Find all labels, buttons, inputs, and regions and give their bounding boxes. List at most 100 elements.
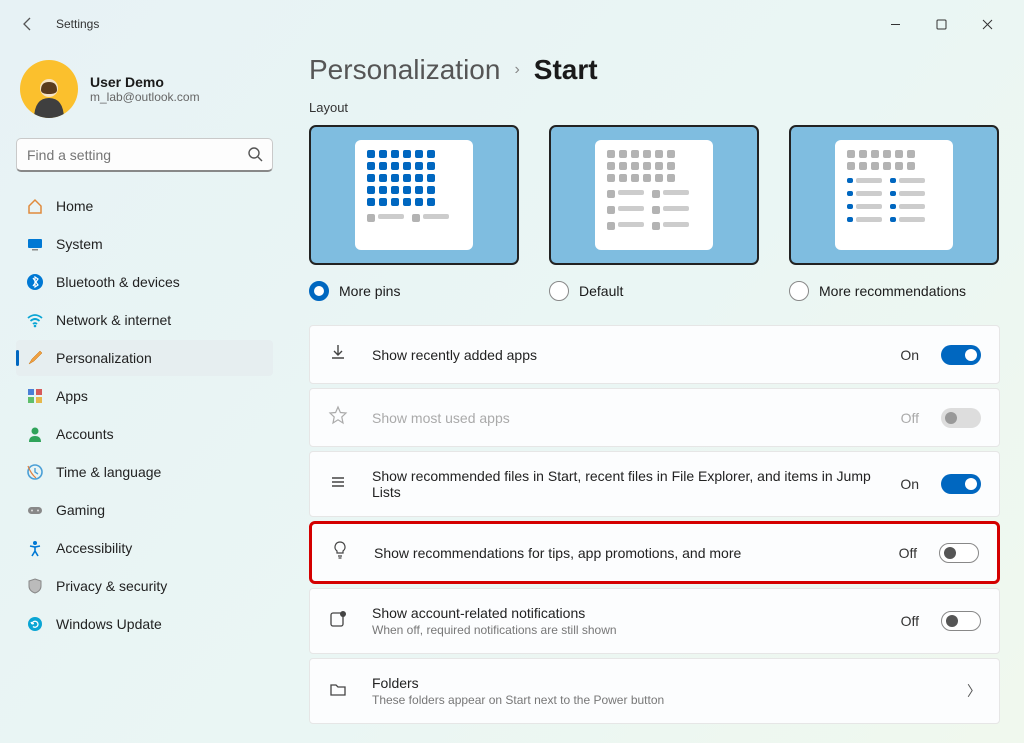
accessibility-icon (26, 539, 44, 557)
nav-network[interactable]: Network & internet (16, 302, 273, 338)
person-icon (26, 425, 44, 443)
setting-label: Show recently added apps (372, 347, 878, 363)
layout-card-more-pins[interactable] (309, 125, 519, 265)
minimize-button[interactable] (872, 8, 918, 40)
close-button[interactable] (964, 8, 1010, 40)
wifi-icon (26, 311, 44, 329)
gamepad-icon (26, 501, 44, 519)
layout-cards (309, 125, 1000, 265)
setting-recommended-files[interactable]: Show recommended files in Start, recent … (309, 451, 1000, 517)
setting-label: Folders (372, 675, 945, 691)
nav-label: Accounts (56, 426, 114, 442)
bluetooth-icon (26, 273, 44, 291)
list-icon (328, 472, 350, 497)
radio-label: Default (579, 283, 623, 299)
setting-recently-added[interactable]: Show recently added apps On (309, 325, 1000, 384)
nav-label: Time & language (56, 464, 161, 480)
section-label: Layout (309, 100, 1000, 115)
nav-label: Gaming (56, 502, 105, 518)
nav-bluetooth[interactable]: Bluetooth & devices (16, 264, 273, 300)
radio-icon (789, 281, 809, 301)
chevron-right-icon: 〉 (967, 681, 981, 701)
nav-label: Windows Update (56, 616, 162, 632)
title-bar: Settings (0, 0, 1024, 48)
setting-sublabel: These folders appear on Start next to th… (372, 693, 945, 707)
setting-label: Show recommendations for tips, app promo… (374, 545, 877, 561)
nav-accounts[interactable]: Accounts (16, 416, 273, 452)
setting-account-notifications[interactable]: Show account-related notifications When … (309, 588, 1000, 654)
setting-most-used: Show most used apps Off (309, 388, 1000, 447)
layout-card-more-recs[interactable] (789, 125, 999, 265)
toggle-state: On (900, 347, 919, 363)
toggle-switch[interactable] (941, 474, 981, 494)
back-button[interactable] (14, 10, 42, 38)
radio-icon (309, 281, 329, 301)
nav-label: Home (56, 198, 93, 214)
clock-icon (26, 463, 44, 481)
setting-folders[interactable]: Folders These folders appear on Start ne… (309, 658, 1000, 724)
nav-privacy[interactable]: Privacy & security (16, 568, 273, 604)
nav-update[interactable]: Windows Update (16, 606, 273, 642)
breadcrumb-current: Start (534, 54, 598, 86)
highlighted-setting: Show recommendations for tips, app promo… (309, 521, 1000, 584)
layout-radio-group: More pins Default More recommendations (309, 281, 1000, 301)
setting-sublabel: When off, required notifications are sti… (372, 623, 879, 637)
radio-label: More pins (339, 283, 400, 299)
maximize-button[interactable] (918, 8, 964, 40)
badge-icon (328, 609, 350, 634)
shield-icon (26, 577, 44, 595)
avatar (20, 60, 78, 118)
download-icon (328, 342, 350, 367)
apps-icon (26, 387, 44, 405)
search-box[interactable] (16, 138, 273, 172)
window-title: Settings (56, 17, 99, 31)
toggle-state: Off (901, 410, 919, 426)
setting-label: Show most used apps (372, 410, 879, 426)
nav-personalization[interactable]: Personalization (16, 340, 273, 376)
home-icon (26, 197, 44, 215)
toggle-switch[interactable] (939, 543, 979, 563)
sidebar: User Demo m_lab@outlook.com Home System … (0, 48, 285, 743)
profile-block[interactable]: User Demo m_lab@outlook.com (16, 56, 273, 132)
radio-default[interactable]: Default (549, 281, 759, 301)
profile-name: User Demo (90, 74, 200, 90)
nav-label: Network & internet (56, 312, 171, 328)
system-icon (26, 235, 44, 253)
nav-accessibility[interactable]: Accessibility (16, 530, 273, 566)
setting-label: Show recommended files in Start, recent … (372, 468, 878, 500)
folder-icon (328, 679, 350, 704)
nav-time[interactable]: Time & language (16, 454, 273, 490)
bulb-icon (330, 540, 352, 565)
nav-label: Personalization (56, 350, 152, 366)
update-icon (26, 615, 44, 633)
setting-label: Show account-related notifications (372, 605, 879, 621)
toggle-state: Off (899, 545, 917, 561)
radio-icon (549, 281, 569, 301)
profile-email: m_lab@outlook.com (90, 90, 200, 104)
toggle-switch[interactable] (941, 345, 981, 365)
breadcrumb: Personalization › Start (309, 54, 1000, 86)
layout-card-default[interactable] (549, 125, 759, 265)
toggle-switch[interactable] (941, 611, 981, 631)
nav-label: Bluetooth & devices (56, 274, 180, 290)
search-icon (247, 146, 263, 167)
nav-home[interactable]: Home (16, 188, 273, 224)
nav-label: System (56, 236, 103, 252)
radio-more-recs[interactable]: More recommendations (789, 281, 999, 301)
nav-apps[interactable]: Apps (16, 378, 273, 414)
nav-label: Accessibility (56, 540, 132, 556)
toggle-state: Off (901, 613, 919, 629)
breadcrumb-parent[interactable]: Personalization (309, 54, 500, 86)
toggle-switch (941, 408, 981, 428)
radio-more-pins[interactable]: More pins (309, 281, 519, 301)
content-area: Personalization › Start Layout (285, 48, 1024, 743)
chevron-right-icon: › (514, 61, 519, 79)
nav-list: Home System Bluetooth & devices Network … (16, 188, 273, 642)
setting-tips[interactable]: Show recommendations for tips, app promo… (312, 524, 997, 581)
search-input[interactable] (16, 138, 273, 172)
radio-label: More recommendations (819, 283, 966, 299)
nav-label: Apps (56, 388, 88, 404)
nav-system[interactable]: System (16, 226, 273, 262)
nav-gaming[interactable]: Gaming (16, 492, 273, 528)
toggle-state: On (900, 476, 919, 492)
